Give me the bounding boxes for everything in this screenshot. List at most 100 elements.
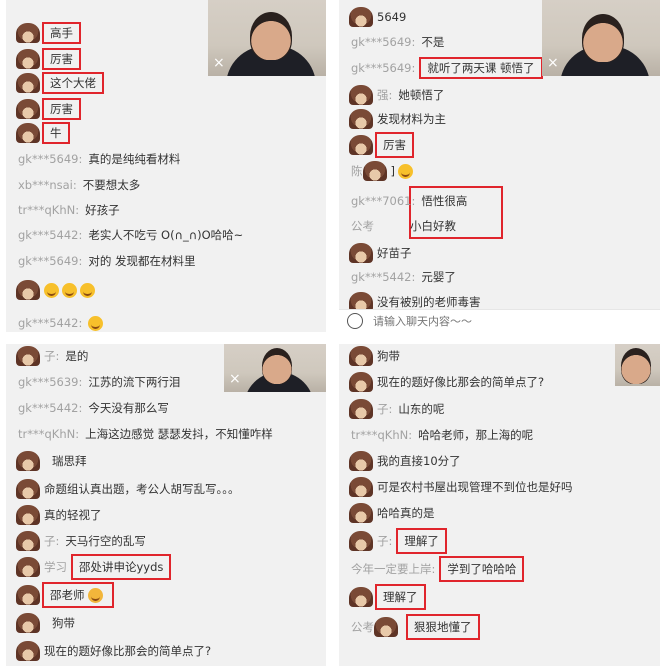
video-preview[interactable]: × [224,344,326,392]
avatar [349,372,373,392]
message-text: 小白好教 [410,219,456,233]
message-nick: 子: [377,534,393,548]
chat-message: gk***5442: 今天没有那么写 [6,397,326,419]
avatar [349,531,373,551]
smile-emoji-icon [398,163,413,179]
chat-message: gk***5649: 对的 发现都在材料里 [6,250,326,272]
message-text: 我的直接10分了 [377,454,461,468]
smile-emoji-icon [62,282,77,298]
avatar [16,585,40,605]
message-text: 真的轻视了 [44,508,102,522]
chat-message: 好苗子 [339,242,660,264]
avatar [16,557,40,577]
avatar [16,23,40,43]
avatar [16,505,40,525]
avatar [349,503,373,523]
presenter-head [250,12,292,60]
message-text: 高手 [42,22,81,44]
avatar [16,479,40,499]
video-preview[interactable]: × [542,0,660,76]
chat-message: 厉害 [339,132,660,158]
chat-message: tr***qKhN: 哈哈老师，那上海的呢 [339,424,660,446]
close-icon[interactable]: × [213,56,225,70]
message-nick: 子: [44,349,60,363]
message-text: 牛 [42,122,70,144]
chat-panel-top-right: 5649 gk***5649: 不是 gk***5649: 就听了两天课 顿悟了… [339,0,660,332]
message-nick: gk***5649: [351,35,416,49]
message-nick: gk***7061: [351,194,416,208]
video-preview[interactable]: × [208,0,326,76]
message-nick: 子: [44,534,60,548]
chat-message: 厉害 [6,98,326,120]
chat-message: 牛 [6,122,326,144]
video-preview[interactable] [615,344,660,386]
message-text: 狠狠地懂了 [406,614,480,640]
avatar [16,641,40,661]
smile-emoji-icon [44,282,59,298]
close-icon[interactable]: × [547,56,559,70]
avatar [349,477,373,497]
message-text: 理解了 [375,584,426,610]
message-text-inner: 邵老师 [50,588,85,602]
message-text: 瑞思拜 [52,454,87,468]
message-text: 学到了哈哈哈 [439,556,525,582]
message-text: 发现材料为主 [377,112,446,126]
avatar [349,135,373,155]
emoji-picker-icon[interactable] [347,313,363,329]
chat-message: 可是农村书屋出现管理不到位也是好吗 [339,476,660,498]
message-text: 邵处讲申论yyds [70,554,172,580]
chat-message: gk***5442: [6,312,326,332]
chat-message: 发现材料为主 [339,108,660,130]
message-text: 悟性很高 [421,194,468,208]
message-text: 5649 [377,10,407,24]
avatar [349,109,373,129]
message-text: 山东的呢 [398,402,445,416]
message-nick: tr***qKhN: [18,427,80,441]
avatar [349,7,373,27]
avatar [374,617,398,637]
message-text: 不要想太多 [82,178,141,192]
message-nick: 公考 [351,219,374,233]
chat-message: 邵老师 [6,582,326,608]
chat-message: 瑞思拜 [6,450,326,472]
message-nick: gk***5442: [18,401,83,415]
message-text: 厉害 [42,48,81,70]
message-text: 哈哈真的是 [377,506,435,520]
close-icon[interactable]: × [229,372,241,386]
chat-message: gk***5442: 元婴了 [339,266,660,288]
message-text: 邵老师 [42,582,114,608]
message-text: 今天没有那么写 [88,401,169,415]
chat-message: 真的轻视了 [6,504,326,526]
avatar [349,243,373,263]
message-text: 可是农村书屋出现管理不到位也是好吗 [377,480,573,494]
chat-message: 现在的题好像比那会的简单点了? [339,371,660,393]
message-nick: gk***5639: [18,375,83,389]
thumbs-up-icon [87,588,103,603]
avatar [362,161,387,181]
chat-message: 子: 理解了 [339,528,660,554]
chat-message: 公考 狠狠地懂了 [339,614,660,640]
chat-message: 理解了 [339,584,660,610]
chat-message [6,279,326,301]
chat-message: gk***5649: 真的是纯纯看材料 [6,148,326,170]
avatar [349,85,373,105]
message-text: 哈哈老师，那上海的呢 [418,428,534,442]
avatar [16,123,40,143]
chat-message: gk***5442: 老实人不吃亏 O(∩_∩)O哈哈~ [6,224,326,246]
chat-message: 狗带 [6,612,326,634]
message-text: ] [390,164,396,178]
message-nick: gk***5649: [18,254,83,268]
avatar [16,346,40,366]
avatar [16,99,40,119]
message-nick: gk***5442: [351,270,416,284]
chat-input[interactable] [371,313,595,329]
message-text: 狗带 [52,616,75,630]
message-text: 不是 [421,35,445,49]
avatar [16,613,40,633]
presenter-head [262,348,292,384]
chat-message: 命题组认真出题，考公人胡写乱写。。。 [6,478,326,500]
chat-message: 现在的题好像比那会的简单点了? [6,640,326,662]
chat-input-bar [339,309,660,332]
chat-panel-top-left: 高手 厉害 这个大佬 厉害 牛 gk***5649: 真的是纯纯看材料 xb**… [6,0,326,332]
avatar [16,531,40,551]
